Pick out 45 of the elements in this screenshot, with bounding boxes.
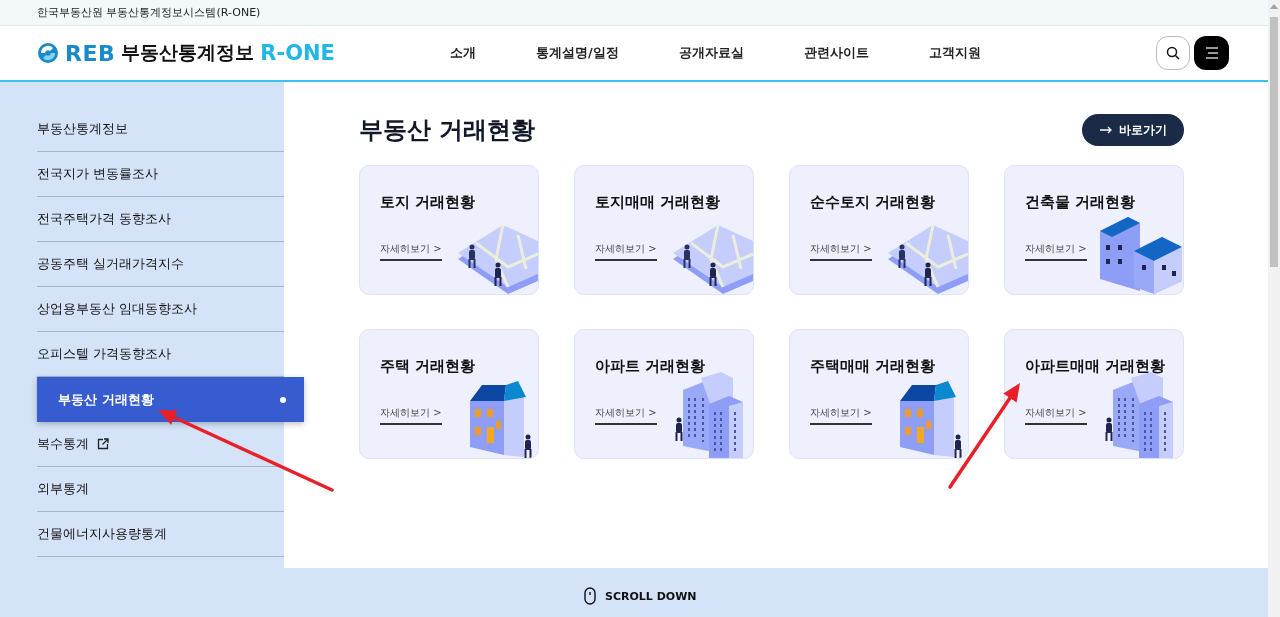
page-heading: 부동산 거래현황 xyxy=(359,115,536,146)
card-title: 아파트매매 거래현황 xyxy=(1025,357,1167,376)
card-background[interactable]: 아파트매매 거래현황 자세히보기 > xyxy=(1004,329,1184,459)
detail-link[interactable]: 자세히보기 > xyxy=(380,242,442,261)
card-background[interactable]: 토지 거래현황 자세히보기 > xyxy=(359,165,539,295)
card-title: 아파트 거래현황 xyxy=(595,357,707,376)
nav-link[interactable]: 통계설명/일정 xyxy=(506,44,649,62)
nav-link[interactable]: 관련사이트 xyxy=(773,44,899,62)
menu-icon xyxy=(1204,47,1219,59)
card-title: 주택매매 거래현황 xyxy=(810,357,937,376)
detail-link[interactable]: 자세히보기 > xyxy=(595,242,657,261)
card-background[interactable]: 아파트 거래현황 자세히보기 > xyxy=(574,329,754,459)
arrow-icon xyxy=(1099,126,1113,134)
card-background[interactable]: 순수토지 거래현황 자세히보기 > xyxy=(789,165,969,295)
scroll-hint-text: SCROLL DOWN xyxy=(605,589,697,603)
scrollbar[interactable] xyxy=(1268,0,1280,617)
site-title: 한국부동산원 부동산통계정보시스템(R-ONE) xyxy=(37,5,261,20)
detail-link[interactable]: 자세히보기 > xyxy=(595,406,657,425)
detail-link[interactable]: 자세히보기 > xyxy=(1025,242,1087,261)
nav-link[interactable]: 소개 xyxy=(420,44,506,62)
nav-link[interactable]: 고객지원 xyxy=(898,44,1011,62)
card-title: 토지매매 거래현황 xyxy=(595,193,722,212)
detail-link[interactable]: 자세히보기 > xyxy=(810,242,872,261)
card-title: 토지 거래현황 xyxy=(380,193,477,212)
logo-text: 부동산통계정보 xyxy=(121,40,255,65)
detail-link[interactable]: 자세히보기 > xyxy=(810,406,872,425)
sidebar-item[interactable]: 부동산 거래현황 xyxy=(37,377,304,422)
card-background[interactable]: 주택 거래현황 자세히보기 > xyxy=(359,329,539,459)
nav-link[interactable]: 공개자료실 xyxy=(648,44,774,62)
mouse-icon xyxy=(584,587,596,605)
search-icon xyxy=(1166,46,1180,60)
card-title: 건축물 거래현황 xyxy=(1025,193,1137,212)
card-background[interactable]: 토지매매 거래현황 자세히보기 > xyxy=(574,165,754,295)
logo-text: R-ONE xyxy=(260,41,335,65)
logo-text: REB xyxy=(65,40,116,66)
search-button[interactable] xyxy=(1156,36,1190,70)
logo-icon xyxy=(37,42,59,64)
card-background[interactable]: 건축물 거래현황 자세히보기 > xyxy=(1004,165,1184,295)
detail-link[interactable]: 자세히보기 > xyxy=(1025,406,1087,425)
card-title: 주택 거래현황 xyxy=(380,357,477,376)
shortcut-button[interactable]: 바로가기 xyxy=(1082,114,1184,146)
detail-link[interactable]: 자세히보기 > xyxy=(380,406,442,425)
card-background[interactable]: 주택매매 거래현황 자세히보기 > xyxy=(789,329,969,459)
menu-button[interactable] xyxy=(1194,36,1229,70)
card-title: 순수토지 거래현황 xyxy=(810,193,937,212)
